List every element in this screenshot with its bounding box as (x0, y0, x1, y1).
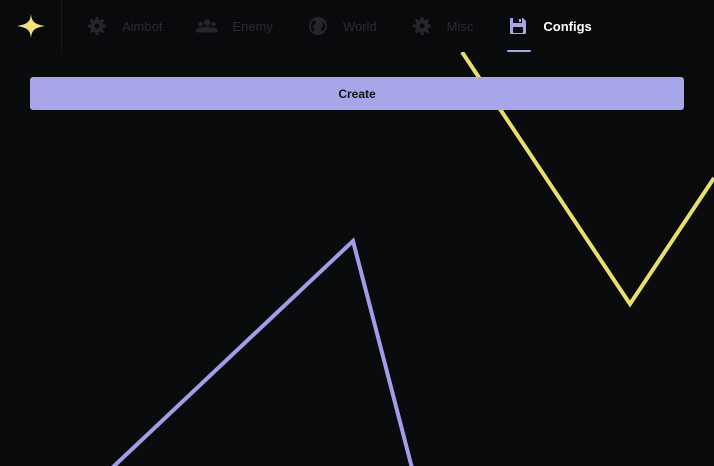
configs-panel: Create (30, 77, 684, 110)
purple-zigzag-line (111, 237, 414, 466)
tab-label-enemy: Enemy (232, 18, 273, 34)
tab-configs[interactable]: Configs (507, 0, 592, 52)
users-icon (196, 15, 219, 37)
background-decoration (111, 50, 714, 466)
gear-icon (411, 15, 433, 37)
gear-icon (86, 15, 108, 37)
logo (0, 0, 62, 52)
tab-label-aimbot: Aimbot (122, 18, 163, 34)
tab-label-misc: Misc (446, 18, 474, 34)
app-window: Aimbot Enemy World Misc Configs Create (0, 0, 714, 466)
active-tab-indicator (507, 50, 532, 52)
tab-misc[interactable]: Misc (411, 0, 474, 52)
sparkle-logo-icon (16, 14, 45, 38)
tab-label-world: World (342, 18, 377, 34)
tab-list: Aimbot Enemy World Misc Configs (62, 0, 626, 52)
tab-enemy[interactable]: Enemy (196, 0, 273, 52)
tab-world[interactable]: World (307, 0, 377, 52)
top-navigation-bar: Aimbot Enemy World Misc Configs (0, 0, 714, 52)
globe-icon (307, 15, 329, 37)
floppy-disk-icon (507, 15, 529, 37)
tab-aimbot[interactable]: Aimbot (86, 0, 162, 52)
tab-label-configs: Configs (543, 18, 592, 34)
create-button[interactable]: Create (30, 77, 684, 110)
